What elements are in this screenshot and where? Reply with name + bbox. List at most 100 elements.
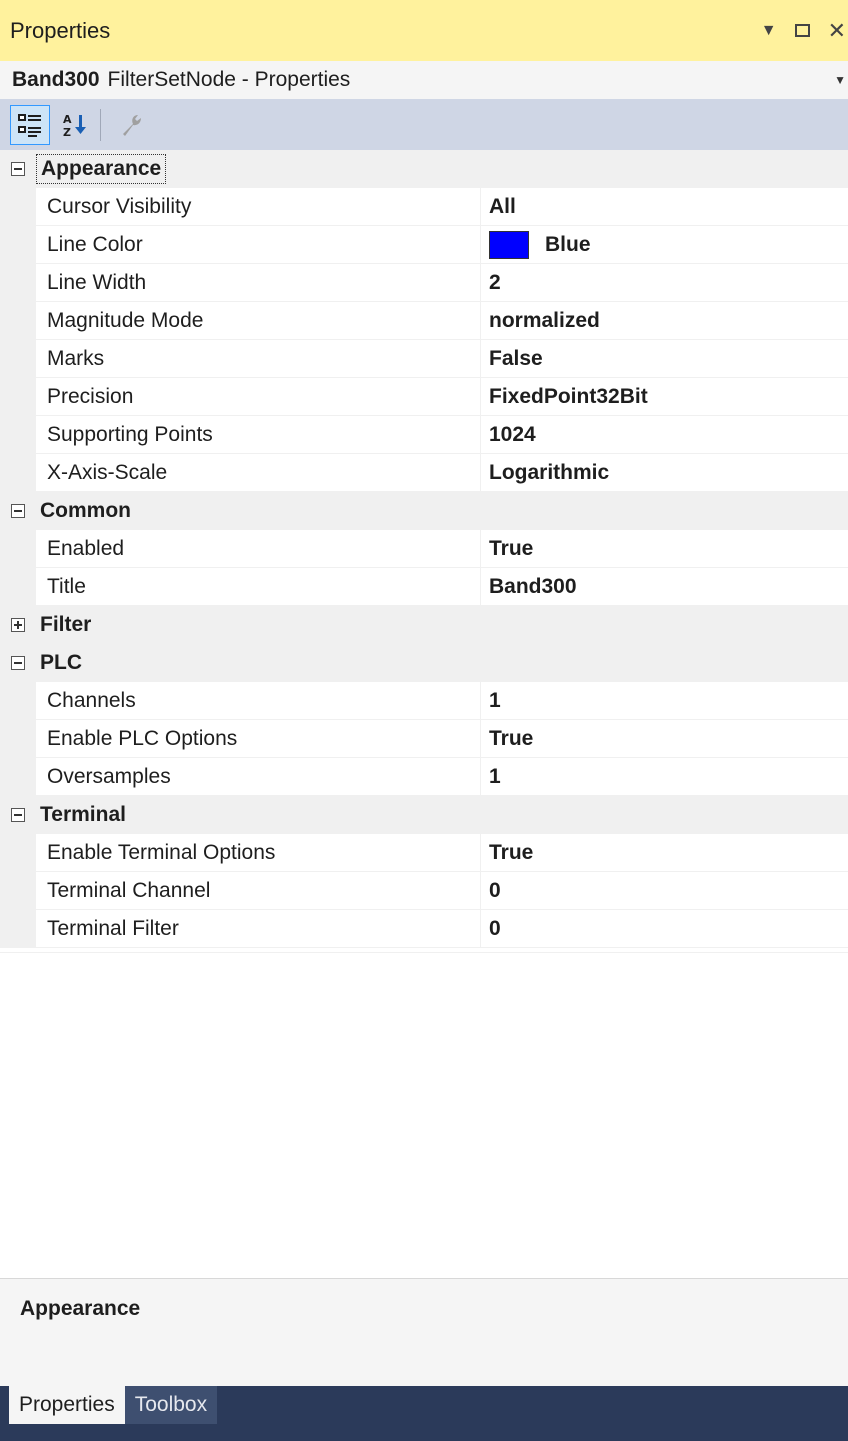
collapse-icon[interactable]	[0, 492, 36, 530]
property-row[interactable]: Magnitude Mode normalized	[0, 302, 848, 340]
property-row[interactable]: Terminal Channel 0	[0, 872, 848, 910]
property-value[interactable]: 1	[481, 758, 848, 796]
property-name[interactable]: X-Axis-Scale	[36, 454, 481, 492]
property-value-text: 0	[489, 916, 501, 940]
property-value-text: All	[489, 194, 516, 218]
property-pages-button[interactable]	[113, 106, 151, 144]
row-gutter	[0, 302, 36, 340]
property-row[interactable]: Precision FixedPoint32Bit	[0, 378, 848, 416]
close-icon[interactable]: ✕	[828, 18, 846, 44]
property-value[interactable]: 1024	[481, 416, 848, 454]
row-gutter	[0, 226, 36, 264]
row-gutter	[0, 188, 36, 226]
row-gutter	[0, 682, 36, 720]
property-name[interactable]: Enable PLC Options	[36, 720, 481, 758]
row-gutter	[0, 530, 36, 568]
property-value[interactable]: True	[481, 720, 848, 758]
minus-box-icon	[11, 504, 25, 518]
property-value-text: 2	[489, 270, 501, 294]
property-row[interactable]: Marks False	[0, 340, 848, 378]
row-gutter	[0, 340, 36, 378]
property-value-text: True	[489, 840, 534, 864]
property-value[interactable]: 0	[481, 872, 848, 910]
grid-empty-area	[0, 952, 848, 1279]
property-row[interactable]: Oversamples 1	[0, 758, 848, 796]
property-name[interactable]: Line Color	[36, 226, 481, 264]
property-row[interactable]: Cursor Visibility All	[0, 188, 848, 226]
property-name[interactable]: Enable Terminal Options	[36, 834, 481, 872]
property-name[interactable]: Cursor Visibility	[36, 188, 481, 226]
property-value[interactable]: Blue	[481, 226, 848, 264]
row-gutter	[0, 834, 36, 872]
property-value-text: True	[489, 726, 534, 750]
property-value[interactable]: True	[481, 530, 848, 568]
maximize-icon[interactable]	[794, 24, 810, 37]
category-row-filter[interactable]: Filter	[0, 606, 848, 644]
property-value[interactable]: Band300	[481, 568, 848, 606]
tab-properties[interactable]: Properties	[9, 1386, 125, 1424]
property-row[interactable]: Line Color Blue	[0, 226, 848, 264]
property-row[interactable]: Supporting Points 1024	[0, 416, 848, 454]
category-row-common[interactable]: Common	[0, 492, 848, 530]
property-name[interactable]: Oversamples	[36, 758, 481, 796]
dropdown-arrow-icon[interactable]: ▼	[761, 22, 777, 40]
category-row-plc[interactable]: PLC	[0, 644, 848, 682]
property-name[interactable]: Enabled	[36, 530, 481, 568]
property-row[interactable]: Line Width 2	[0, 264, 848, 302]
chevron-down-icon[interactable]: ▼	[834, 73, 846, 87]
property-value[interactable]: Logarithmic	[481, 454, 848, 492]
property-row[interactable]: Enable Terminal Options True	[0, 834, 848, 872]
row-gutter	[0, 454, 36, 492]
property-name[interactable]: Line Width	[36, 264, 481, 302]
tab-toolbox[interactable]: Toolbox	[124, 1386, 218, 1424]
property-value[interactable]: 1	[481, 682, 848, 720]
property-name[interactable]: Terminal Channel	[36, 872, 481, 910]
category-row-appearance[interactable]: Appearance	[0, 150, 848, 188]
minus-box-icon	[11, 162, 25, 176]
collapse-icon[interactable]	[0, 644, 36, 682]
property-name[interactable]: Magnitude Mode	[36, 302, 481, 340]
expand-icon[interactable]	[0, 606, 36, 644]
category-label: PLC	[40, 651, 82, 674]
row-gutter	[0, 568, 36, 606]
property-name[interactable]: Channels	[36, 682, 481, 720]
categorized-button[interactable]	[10, 104, 50, 145]
property-name[interactable]: Supporting Points	[36, 416, 481, 454]
row-gutter	[0, 416, 36, 454]
property-value-text: Blue	[545, 232, 591, 256]
property-value-text: FixedPoint32Bit	[489, 384, 648, 408]
alphabetical-button[interactable]: A Z	[56, 106, 94, 144]
window-title: Properties	[10, 17, 111, 43]
property-name[interactable]: Precision	[36, 378, 481, 416]
minus-box-icon	[11, 808, 25, 822]
collapse-icon[interactable]	[0, 150, 36, 188]
property-row[interactable]: X-Axis-Scale Logarithmic	[0, 454, 848, 492]
property-value-text: False	[489, 346, 543, 370]
property-value[interactable]: FixedPoint32Bit	[481, 378, 848, 416]
object-type: FilterSetNode - Properties	[107, 68, 351, 91]
property-toolbar: A Z	[0, 99, 848, 150]
property-name[interactable]: Marks	[36, 340, 481, 378]
color-swatch	[489, 230, 529, 259]
property-value[interactable]: False	[481, 340, 848, 378]
property-row[interactable]: Title Band300	[0, 568, 848, 606]
property-value[interactable]: normalized	[481, 302, 848, 340]
object-selector[interactable]: Band300 FilterSetNode - Properties ▼	[0, 61, 848, 99]
property-row[interactable]: Enabled True	[0, 530, 848, 568]
toolbar-separator	[100, 108, 101, 141]
property-value[interactable]: 0	[481, 910, 848, 948]
property-value-text: normalized	[489, 308, 600, 332]
category-label: Filter	[40, 613, 92, 636]
property-grid: Appearance Cursor Visibility All Line Color…	[0, 150, 848, 948]
property-value[interactable]: True	[481, 834, 848, 872]
property-row[interactable]: Terminal Filter 0	[0, 910, 848, 948]
property-name[interactable]: Terminal Filter	[36, 910, 481, 948]
property-row[interactable]: Channels 1	[0, 682, 848, 720]
property-value[interactable]: 2	[481, 264, 848, 302]
property-row[interactable]: Enable PLC Options True	[0, 720, 848, 758]
collapse-icon[interactable]	[0, 796, 36, 834]
category-row-terminal[interactable]: Terminal	[0, 796, 848, 834]
property-name[interactable]: Title	[36, 568, 481, 606]
property-value[interactable]: All	[481, 188, 848, 226]
property-value-text: 1024	[489, 422, 536, 446]
